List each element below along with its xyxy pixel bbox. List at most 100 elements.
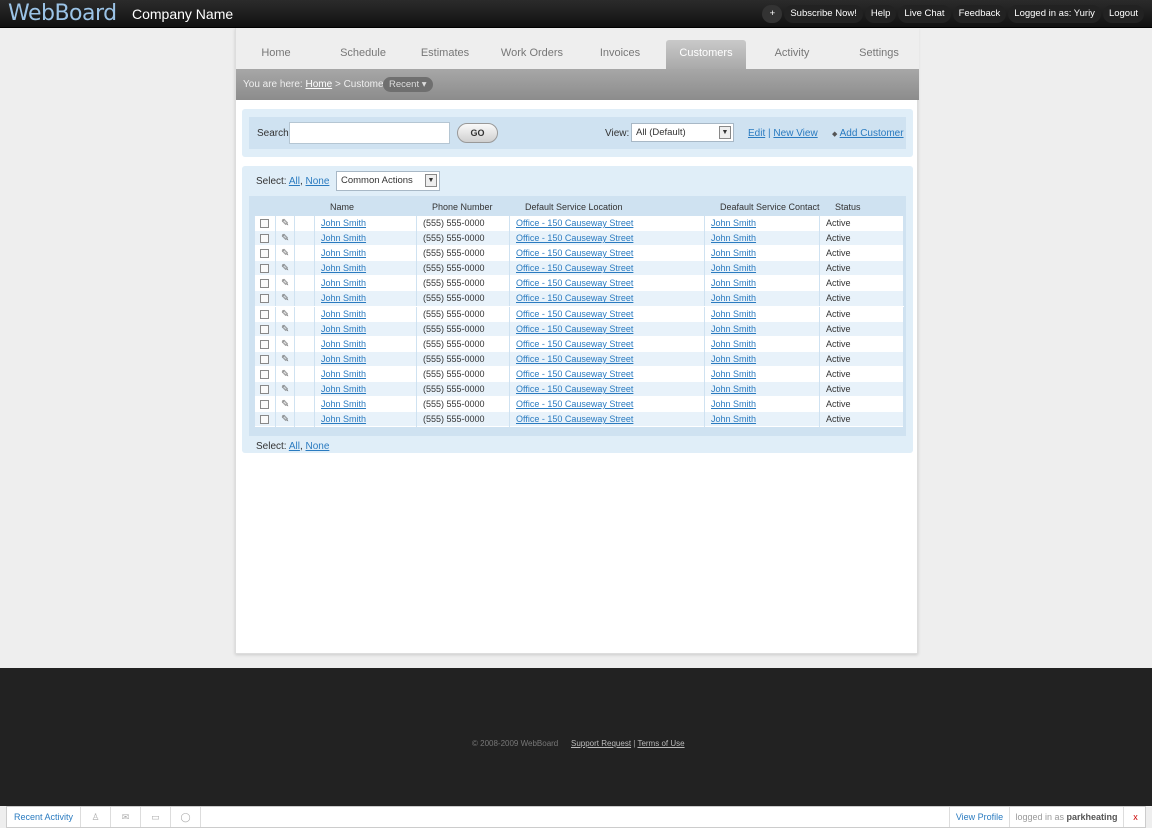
contact-link[interactable]: John Smith [711, 278, 756, 288]
tab-home[interactable]: Home [236, 40, 316, 69]
edit-icon[interactable]: ✎ [281, 218, 289, 229]
name-link[interactable]: John Smith [321, 218, 366, 228]
location-link[interactable]: Office - 150 Causeway Street [516, 324, 633, 334]
contact-link[interactable]: John Smith [711, 339, 756, 349]
contact-link[interactable]: John Smith [711, 233, 756, 243]
location-link[interactable]: Office - 150 Causeway Street [516, 399, 633, 409]
row-checkbox[interactable] [260, 354, 269, 364]
edit-icon[interactable]: ✎ [281, 414, 289, 425]
plus-button[interactable]: + [762, 5, 783, 23]
webboard-logo[interactable]: WebBoard [8, 1, 117, 26]
location-link[interactable]: Office - 150 Causeway Street [516, 248, 633, 258]
edit-icon[interactable]: ✎ [281, 233, 289, 244]
header-location[interactable]: Default Service Location [525, 202, 623, 212]
contact-link[interactable]: John Smith [711, 309, 756, 319]
location-link[interactable]: Office - 150 Causeway Street [516, 414, 633, 424]
select-none-link[interactable]: None [306, 176, 330, 187]
location-link[interactable]: Office - 150 Causeway Street [516, 218, 633, 228]
name-link[interactable]: John Smith [321, 309, 366, 319]
chat-icon[interactable]: ◯ [171, 807, 201, 827]
row-checkbox[interactable] [260, 294, 269, 304]
name-link[interactable]: John Smith [321, 248, 366, 258]
close-button[interactable]: x [1123, 807, 1147, 827]
terms-of-use-link[interactable]: Terms of Use [637, 739, 684, 748]
select-all-link[interactable]: All [289, 441, 300, 452]
row-checkbox[interactable] [260, 415, 269, 425]
row-checkbox[interactable] [260, 400, 269, 410]
go-button[interactable]: GO [457, 123, 498, 143]
tab-invoices[interactable]: Invoices [580, 40, 660, 69]
row-checkbox[interactable] [260, 309, 269, 319]
row-checkbox[interactable] [260, 324, 269, 334]
name-link[interactable]: John Smith [321, 399, 366, 409]
location-link[interactable]: Office - 150 Causeway Street [516, 293, 633, 303]
location-link[interactable]: Office - 150 Causeway Street [516, 233, 633, 243]
tab-estimates[interactable]: Estimates [405, 40, 485, 69]
location-link[interactable]: Office - 150 Causeway Street [516, 263, 633, 273]
search-input[interactable] [289, 122, 450, 144]
live-chat-button[interactable]: Live Chat [898, 5, 951, 23]
mail-icon[interactable]: ✉ [111, 807, 141, 827]
row-checkbox[interactable] [260, 249, 269, 259]
add-customer-link[interactable]: Add Customer [840, 128, 904, 139]
add-customer[interactable]: ◆ Add Customer [832, 128, 904, 139]
header-contact[interactable]: Deafault Service Contact [720, 202, 820, 212]
name-link[interactable]: John Smith [321, 233, 366, 243]
name-link[interactable]: John Smith [321, 293, 366, 303]
name-link[interactable]: John Smith [321, 384, 366, 394]
edit-icon[interactable]: ✎ [281, 278, 289, 289]
row-checkbox[interactable] [260, 369, 269, 379]
new-view-link[interactable]: New View [773, 128, 817, 139]
location-link[interactable]: Office - 150 Causeway Street [516, 278, 633, 288]
select-none-link[interactable]: None [306, 441, 330, 452]
support-request-link[interactable]: Support Request [571, 739, 631, 748]
logout-button[interactable]: Logout [1102, 5, 1144, 23]
edit-icon[interactable]: ✎ [281, 354, 289, 365]
edit-icon[interactable]: ✎ [281, 263, 289, 274]
subscribe-button[interactable]: Subscribe Now! [784, 5, 863, 23]
header-name[interactable]: Name [330, 202, 354, 212]
contact-link[interactable]: John Smith [711, 384, 756, 394]
contact-link[interactable]: John Smith [711, 354, 756, 364]
common-actions-select[interactable]: Common Actions ▼ [336, 171, 440, 191]
edit-icon[interactable]: ✎ [281, 293, 289, 304]
name-link[interactable]: John Smith [321, 369, 366, 379]
edit-icon[interactable]: ✎ [281, 324, 289, 335]
recent-activity-button[interactable]: Recent Activity [7, 807, 81, 827]
row-checkbox[interactable] [260, 234, 269, 244]
contact-link[interactable]: John Smith [711, 263, 756, 273]
name-link[interactable]: John Smith [321, 324, 366, 334]
edit-icon[interactable]: ✎ [281, 369, 289, 380]
contact-link[interactable]: John Smith [711, 218, 756, 228]
row-checkbox[interactable] [260, 264, 269, 274]
tab-schedule[interactable]: Schedule [323, 40, 403, 69]
location-link[interactable]: Office - 150 Causeway Street [516, 369, 633, 379]
recent-dropdown[interactable]: Recent ▾ [383, 77, 433, 92]
view-select[interactable]: All (Default) ▼ [631, 123, 734, 142]
location-link[interactable]: Office - 150 Causeway Street [516, 384, 633, 394]
feedback-button[interactable]: Feedback [952, 5, 1007, 23]
edit-icon[interactable]: ✎ [281, 384, 289, 395]
location-link[interactable]: Office - 150 Causeway Street [516, 354, 633, 364]
row-checkbox[interactable] [260, 279, 269, 289]
location-link[interactable]: Office - 150 Causeway Street [516, 309, 633, 319]
header-status[interactable]: Status [835, 202, 861, 212]
contact-link[interactable]: John Smith [711, 248, 756, 258]
edit-icon[interactable]: ✎ [281, 339, 289, 350]
name-link[interactable]: John Smith [321, 354, 366, 364]
card-icon[interactable]: ▭ [141, 807, 171, 827]
tab-customers[interactable]: Customers [666, 40, 746, 69]
row-checkbox[interactable] [260, 219, 269, 228]
contact-link[interactable]: John Smith [711, 369, 756, 379]
contact-link[interactable]: John Smith [711, 399, 756, 409]
edit-icon[interactable]: ✎ [281, 399, 289, 410]
edit-icon[interactable]: ✎ [281, 309, 289, 320]
help-button[interactable]: Help [864, 5, 897, 23]
breadcrumb-home-link[interactable]: Home [305, 79, 332, 90]
edit-view-link[interactable]: Edit [748, 128, 765, 139]
contact-link[interactable]: John Smith [711, 324, 756, 334]
select-all-link[interactable]: All [289, 176, 300, 187]
edit-icon[interactable]: ✎ [281, 248, 289, 259]
row-checkbox[interactable] [260, 339, 269, 349]
name-link[interactable]: John Smith [321, 278, 366, 288]
